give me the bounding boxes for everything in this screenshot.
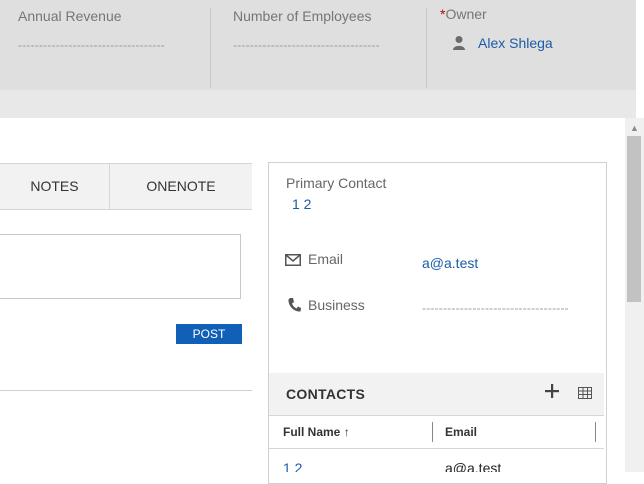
scrollbar-thumb[interactable]: [627, 136, 641, 302]
scroll-up-arrow-icon[interactable]: ▲: [625, 120, 644, 136]
employees-label: Number of Employees: [233, 8, 372, 24]
social-pane-tabs: NOTES ONENOTE: [0, 163, 252, 210]
user-icon: [452, 35, 466, 51]
header-band: [0, 90, 636, 118]
tab-notes[interactable]: NOTES: [0, 164, 109, 209]
email-link[interactable]: a@a.test: [422, 255, 478, 271]
email-label: Email: [308, 251, 344, 267]
email-icon: [285, 253, 301, 266]
row-full-name-link[interactable]: 1 2: [283, 460, 302, 472]
row-email: a@a.test: [445, 460, 502, 472]
annual-revenue-field[interactable]: -----------------------------------: [18, 38, 188, 52]
grid-icon[interactable]: [578, 386, 592, 399]
divider: [0, 390, 252, 391]
column-full-name-label: Full Name: [283, 425, 341, 439]
column-divider[interactable]: [432, 422, 433, 442]
business-phone-field[interactable]: -----------------------------------: [422, 301, 587, 315]
contacts-grid-header: Full Name ↑ Email: [269, 415, 604, 449]
primary-contact-link[interactable]: 1 2: [292, 196, 311, 212]
sort-ascending-icon: ↑: [343, 425, 350, 439]
note-input[interactable]: [0, 234, 241, 299]
owner-label-group: *Owner: [440, 6, 487, 24]
plus-icon[interactable]: [545, 384, 559, 398]
annual-revenue-label: Annual Revenue: [18, 8, 122, 24]
owner-label: Owner: [445, 6, 487, 22]
phone-icon: [287, 297, 301, 313]
employees-field[interactable]: -----------------------------------: [233, 38, 403, 52]
primary-contact-label: Primary Contact: [286, 175, 387, 191]
business-phone-label: Business: [308, 297, 365, 313]
header-divider: [210, 8, 211, 88]
header-divider: [426, 8, 427, 88]
contacts-title: CONTACTS: [286, 386, 366, 402]
post-button[interactable]: POST: [176, 324, 242, 344]
owner-link[interactable]: Alex Shlega: [478, 35, 553, 51]
column-full-name[interactable]: Full Name ↑: [283, 425, 350, 439]
table-row[interactable]: 1 2 a@a.test: [269, 448, 604, 472]
tab-onenote[interactable]: ONENOTE: [110, 164, 252, 209]
column-divider[interactable]: [595, 422, 596, 442]
column-email[interactable]: Email: [445, 425, 477, 439]
